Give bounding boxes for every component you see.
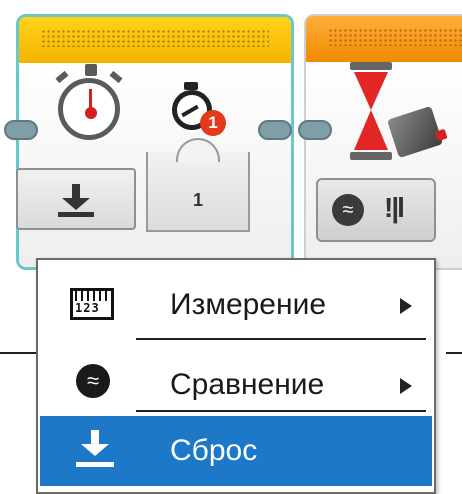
- timer-id-value: 1: [192, 190, 203, 210]
- wait-block-header: [306, 16, 462, 62]
- bars-icon: !|l: [384, 192, 405, 223]
- timer-block-header: [19, 17, 291, 63]
- sequence-output-connector[interactable]: [258, 120, 292, 140]
- wait-input-connector[interactable]: [298, 120, 332, 140]
- ruler-123-icon: 123: [70, 288, 114, 320]
- wait-mode-button[interactable]: ≈ !|l: [316, 178, 436, 242]
- divider-line: [0, 352, 40, 354]
- menu-item-label: Сравнение: [170, 368, 325, 401]
- submenu-arrow-icon: [400, 298, 412, 314]
- menu-separator: [136, 338, 426, 340]
- mode-context-menu: 123 Измерение ≈ Сравнение Сброс: [36, 258, 436, 494]
- submenu-arrow-icon: [400, 378, 412, 394]
- reset-download-icon: [76, 430, 114, 470]
- reset-download-icon: [58, 184, 94, 217]
- compare-icon: ≈: [332, 194, 364, 226]
- mode-selector-button[interactable]: [16, 168, 136, 230]
- menu-item-reset[interactable]: Сброс: [40, 416, 432, 486]
- menu-item-label: Измерение: [170, 288, 327, 321]
- divider-line: [446, 352, 462, 354]
- menu-separator: [136, 410, 426, 412]
- compare-icon: ≈: [76, 364, 110, 398]
- timer-id-icon: 1: [170, 82, 230, 142]
- hourglass-icon: [346, 62, 396, 162]
- stopwatch-icon: [52, 64, 130, 154]
- menu-item-label: Сброс: [170, 434, 258, 467]
- sequence-input-connector[interactable]: [4, 120, 38, 140]
- menu-item-measure[interactable]: 123 Измерение: [40, 270, 432, 340]
- timer-id-badge: 1: [200, 110, 226, 136]
